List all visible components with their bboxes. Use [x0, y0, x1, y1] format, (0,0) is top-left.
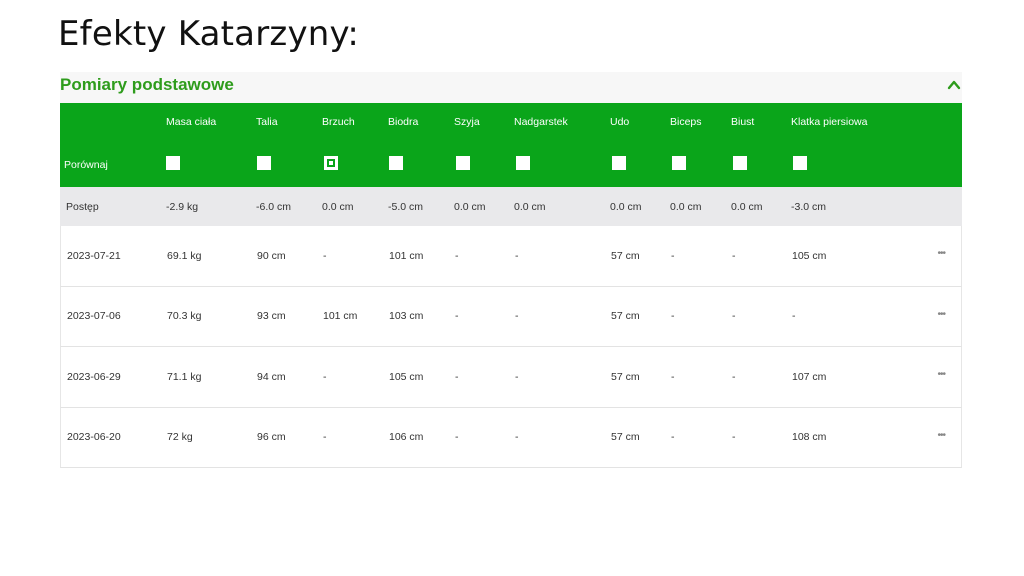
progress-value-thigh: 0.0 cm	[610, 200, 642, 213]
progress-value-waist: -6.0 cm	[256, 200, 292, 213]
row-date: 2023-07-06	[67, 310, 121, 323]
row-value-belly: 101 cm	[323, 310, 358, 323]
table-row: 2023-07-21 69.1 kg 90 cm - 101 cm - - 57 cm - - 10…	[60, 226, 962, 287]
measurements-panel: Pomiary podstawowe Porównaj Masa ciała Ta…	[60, 72, 962, 468]
compare-checkbox-thigh[interactable]	[612, 156, 626, 170]
row-value-neck: -	[455, 249, 459, 262]
row-value-hips: 103 cm	[389, 310, 424, 323]
row-value-mass: 72 kg	[167, 431, 193, 444]
row-value-biceps: -	[671, 249, 675, 262]
row-value-bust: -	[732, 370, 736, 383]
progress-value-biceps: 0.0 cm	[670, 200, 702, 213]
row-value-neck: -	[455, 310, 459, 323]
compare-label: Porównaj	[64, 159, 108, 171]
row-value-waist: 93 cm	[257, 310, 286, 323]
row-date: 2023-06-29	[67, 370, 121, 383]
compare-checkbox-chest[interactable]	[793, 156, 807, 170]
column-header-neck: Szyja	[454, 116, 480, 128]
column-header-belly: Brzuch	[322, 116, 355, 128]
row-menu-icon[interactable]: •••	[937, 369, 945, 380]
column-header-waist: Talia	[256, 116, 278, 128]
progress-value-belly: 0.0 cm	[322, 200, 354, 213]
column-header-bust: Biust	[731, 116, 755, 128]
row-value-hips: 105 cm	[389, 370, 424, 383]
panel-header[interactable]: Pomiary podstawowe	[60, 72, 962, 103]
row-value-hips: 106 cm	[389, 431, 424, 444]
row-value-wrist: -	[515, 249, 519, 262]
table-row: 2023-07-06 70.3 kg 93 cm 101 cm 103 cm - - 57 c…	[60, 286, 962, 347]
row-value-wrist: -	[515, 310, 519, 323]
progress-value-hips: -5.0 cm	[388, 200, 424, 213]
compare-checkbox-bust[interactable]	[733, 156, 747, 170]
row-value-wrist: -	[515, 370, 519, 383]
row-menu-icon[interactable]: •••	[937, 248, 945, 259]
progress-value-bust: 0.0 cm	[731, 200, 763, 213]
row-value-mass: 70.3 kg	[167, 310, 202, 323]
row-value-chest: 108 cm	[792, 431, 827, 444]
column-header-chest: Klatka piersiowa	[791, 116, 868, 128]
row-value-thigh: 57 cm	[611, 310, 640, 323]
row-value-mass: 71.1 kg	[167, 370, 202, 383]
row-value-belly: -	[323, 431, 327, 444]
progress-value-mass: -2.9 kg	[166, 200, 199, 213]
compare-checkbox-biceps[interactable]	[672, 156, 686, 170]
row-value-bust: -	[732, 310, 736, 323]
row-value-neck: -	[455, 370, 459, 383]
slide-title: Efekty Katarzyny:	[58, 14, 360, 54]
row-date: 2023-06-20	[67, 431, 121, 444]
row-value-bust: -	[732, 249, 736, 262]
row-value-waist: 96 cm	[257, 431, 286, 444]
row-value-waist: 94 cm	[257, 370, 286, 383]
row-value-biceps: -	[671, 370, 675, 383]
column-header-wrist: Nadgarstek	[514, 116, 568, 128]
row-value-chest: 105 cm	[792, 249, 827, 262]
row-value-thigh: 57 cm	[611, 370, 640, 383]
progress-value-neck: 0.0 cm	[454, 200, 486, 213]
compare-checkbox-hips[interactable]	[389, 156, 403, 170]
table-body: 2023-07-21 69.1 kg 90 cm - 101 cm - - 57 cm - - 10…	[60, 226, 962, 468]
row-value-mass: 69.1 kg	[167, 249, 202, 262]
row-value-thigh: 57 cm	[611, 249, 640, 262]
row-value-belly: -	[323, 370, 327, 383]
table-row: 2023-06-29 71.1 kg 94 cm - 105 cm - - 57 cm - - 10…	[60, 347, 962, 408]
row-menu-icon[interactable]: •••	[937, 309, 945, 320]
table-header: Porównaj Masa ciała Talia Brzuch Biodra Szyj…	[60, 103, 962, 187]
compare-checkbox-waist[interactable]	[257, 156, 271, 170]
chevron-up-icon[interactable]	[946, 78, 962, 92]
column-header-biceps: Biceps	[670, 116, 702, 128]
row-value-thigh: 57 cm	[611, 431, 640, 444]
row-menu-icon[interactable]: •••	[937, 430, 945, 441]
progress-value-wrist: 0.0 cm	[514, 200, 546, 213]
column-header-hips: Biodra	[388, 116, 419, 128]
row-value-neck: -	[455, 431, 459, 444]
row-value-waist: 90 cm	[257, 249, 286, 262]
progress-value-chest: -3.0 cm	[791, 200, 827, 213]
panel-title: Pomiary podstawowe	[60, 75, 234, 94]
row-value-biceps: -	[671, 431, 675, 444]
row-value-chest: 107 cm	[792, 370, 827, 383]
compare-checkbox-neck[interactable]	[456, 156, 470, 170]
row-value-biceps: -	[671, 310, 675, 323]
row-value-chest: -	[792, 310, 796, 323]
compare-checkbox-wrist[interactable]	[516, 156, 530, 170]
compare-checkbox-mass[interactable]	[166, 156, 180, 170]
row-value-wrist: -	[515, 431, 519, 444]
progress-row: Postęp -2.9 kg -6.0 cm 0.0 cm -5.0 cm 0.0 cm…	[60, 187, 962, 226]
column-header-thigh: Udo	[610, 116, 630, 128]
row-date: 2023-07-21	[67, 249, 121, 262]
column-header-mass: Masa ciała	[166, 116, 217, 128]
row-value-bust: -	[732, 431, 736, 444]
row-value-hips: 101 cm	[389, 249, 424, 262]
compare-checkbox-belly[interactable]	[324, 156, 338, 170]
progress-label: Postęp	[66, 200, 99, 213]
table-row: 2023-06-20 72 kg 96 cm - 106 cm - - 57 cm - - 108 …	[60, 407, 962, 468]
row-value-belly: -	[323, 249, 327, 262]
